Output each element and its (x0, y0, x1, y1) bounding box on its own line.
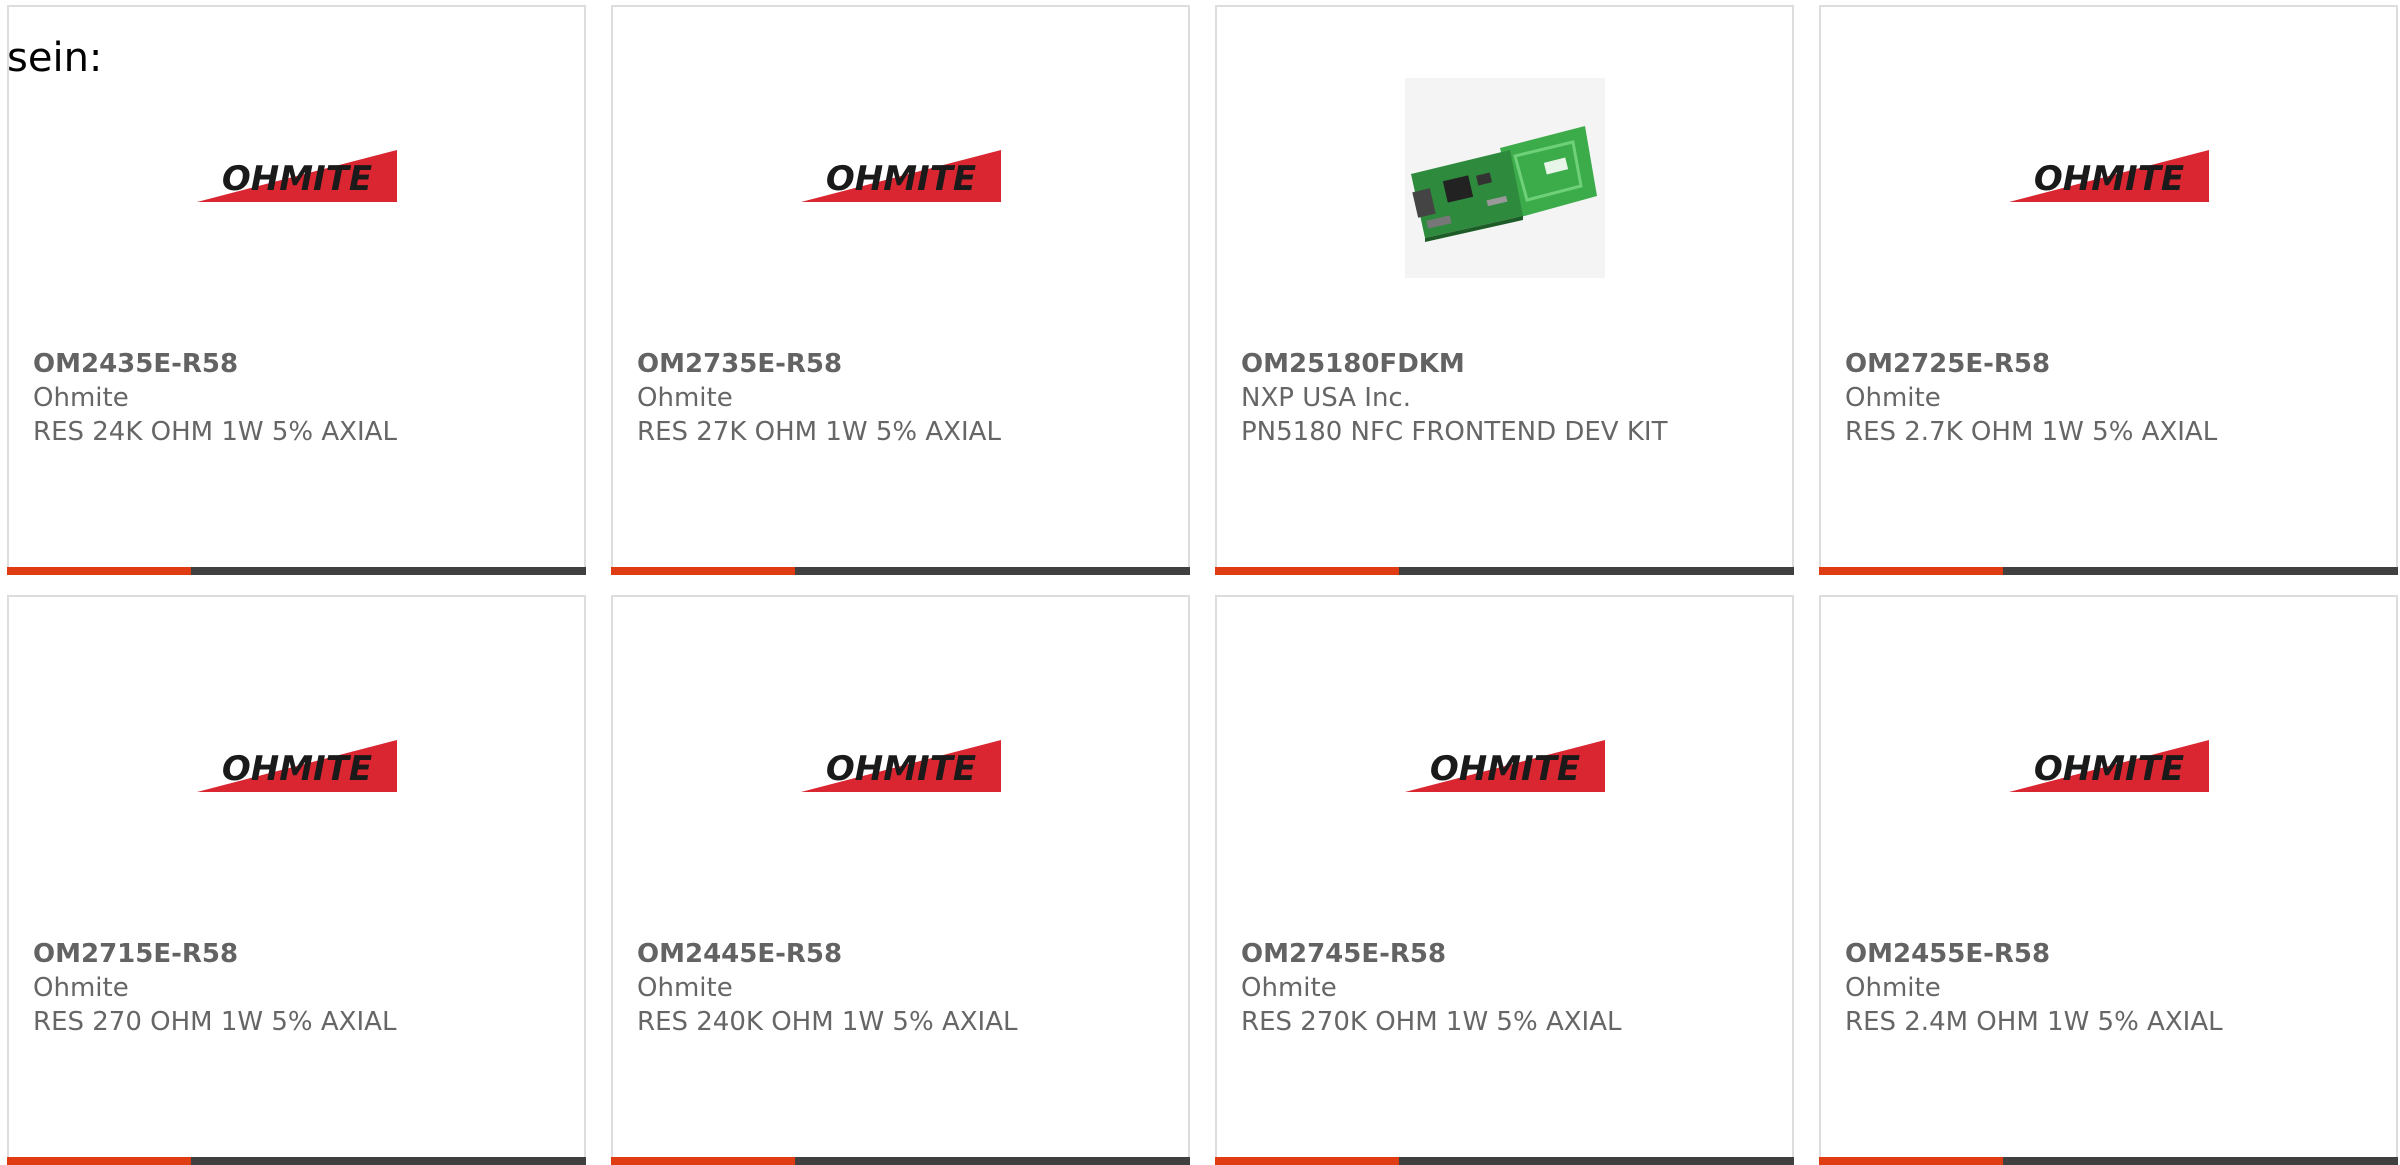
manufacturer-name: Ohmite (1845, 973, 1941, 1003)
card-accent-bar (1819, 567, 2398, 575)
product-description: RES 2.4M OHM 1W 5% AXIAL (1845, 1007, 2223, 1037)
card-accent-bar (1215, 1157, 1794, 1165)
product-grid: OHMITE OM2435E-R58 Ohmite RES 24K OHM 1W… (7, 5, 2400, 1165)
part-number[interactable]: OM2715E-R58 (33, 937, 574, 971)
product-card[interactable]: OHMITE OM2435E-R58 Ohmite RES 24K OHM 1W… (7, 5, 586, 575)
svg-text:OHMITE: OHMITE (221, 159, 371, 199)
nfc-dev-board-photo (1404, 78, 1605, 278)
part-number[interactable]: OM2735E-R58 (637, 347, 1178, 381)
product-card[interactable]: OHMITE OM2455E-R58 Ohmite RES 2.4M OHM 1… (1819, 595, 2398, 1165)
manufacturer-name: Ohmite (1845, 383, 1941, 413)
part-number[interactable]: OM2445E-R58 (637, 937, 1178, 971)
svg-text:OHMITE: OHMITE (825, 749, 975, 789)
product-description: PN5180 NFC FRONTEND DEV KIT (1241, 417, 1668, 447)
svg-text:OHMITE: OHMITE (2033, 749, 2183, 789)
svg-text:OHMITE: OHMITE (221, 749, 371, 789)
card-accent-bar-highlight (7, 1157, 191, 1165)
ohmite-logo: OHMITE (2008, 668, 2209, 868)
part-number[interactable]: OM2435E-R58 (33, 347, 574, 381)
card-accent-bar-highlight (1215, 1157, 1399, 1165)
manufacturer-name: Ohmite (1241, 973, 1337, 1003)
manufacturer-name: Ohmite (637, 383, 733, 413)
card-accent-bar (611, 567, 1190, 575)
manufacturer-name: Ohmite (637, 973, 733, 1003)
part-number[interactable]: OM2725E-R58 (1845, 347, 2386, 381)
card-accent-bar-highlight (1819, 567, 2003, 575)
ohmite-logo: OHMITE (196, 78, 397, 278)
ohmite-logo: OHMITE (2008, 78, 2209, 278)
card-accent-bar (611, 1157, 1190, 1165)
card-accent-bar (7, 567, 586, 575)
manufacturer-name: Ohmite (33, 383, 129, 413)
manufacturer-name: NXP USA Inc. (1241, 383, 1411, 413)
intro-text: sein: (7, 35, 103, 81)
ohmite-logo: OHMITE (800, 78, 1001, 278)
product-description: RES 240K OHM 1W 5% AXIAL (637, 1007, 1018, 1037)
product-card[interactable]: OHMITE OM2715E-R58 Ohmite RES 270 OHM 1W… (7, 595, 586, 1165)
ohmite-logo: OHMITE (800, 668, 1001, 868)
product-description: RES 2.7K OHM 1W 5% AXIAL (1845, 417, 2218, 447)
product-card[interactable]: OHMITE OM2725E-R58 Ohmite RES 2.7K OHM 1… (1819, 5, 2398, 575)
card-accent-bar-highlight (1819, 1157, 2003, 1165)
card-accent-bar (1215, 567, 1794, 575)
svg-text:OHMITE: OHMITE (2033, 159, 2183, 199)
svg-text:OHMITE: OHMITE (825, 159, 975, 199)
card-accent-bar-highlight (611, 1157, 795, 1165)
part-number[interactable]: OM25180FDKM (1241, 347, 1782, 381)
product-card[interactable]: OM25180FDKM NXP USA Inc. PN5180 NFC FRON… (1215, 5, 1794, 575)
card-accent-bar (1819, 1157, 2398, 1165)
product-card[interactable]: OHMITE OM2735E-R58 Ohmite RES 27K OHM 1W… (611, 5, 1190, 575)
product-description: RES 24K OHM 1W 5% AXIAL (33, 417, 397, 447)
product-description: RES 270K OHM 1W 5% AXIAL (1241, 1007, 1622, 1037)
manufacturer-name: Ohmite (33, 973, 129, 1003)
svg-text:OHMITE: OHMITE (1429, 749, 1579, 789)
card-accent-bar-highlight (611, 567, 795, 575)
product-card[interactable]: OHMITE OM2445E-R58 Ohmite RES 240K OHM 1… (611, 595, 1190, 1165)
card-accent-bar-highlight (1215, 567, 1399, 575)
card-accent-bar (7, 1157, 586, 1165)
part-number[interactable]: OM2745E-R58 (1241, 937, 1782, 971)
product-description: RES 27K OHM 1W 5% AXIAL (637, 417, 1001, 447)
part-number[interactable]: OM2455E-R58 (1845, 937, 2386, 971)
card-accent-bar-highlight (7, 567, 191, 575)
ohmite-logo: OHMITE (1404, 668, 1605, 868)
product-card[interactable]: OHMITE OM2745E-R58 Ohmite RES 270K OHM 1… (1215, 595, 1794, 1165)
product-description: RES 270 OHM 1W 5% AXIAL (33, 1007, 397, 1037)
ohmite-logo: OHMITE (196, 668, 397, 868)
